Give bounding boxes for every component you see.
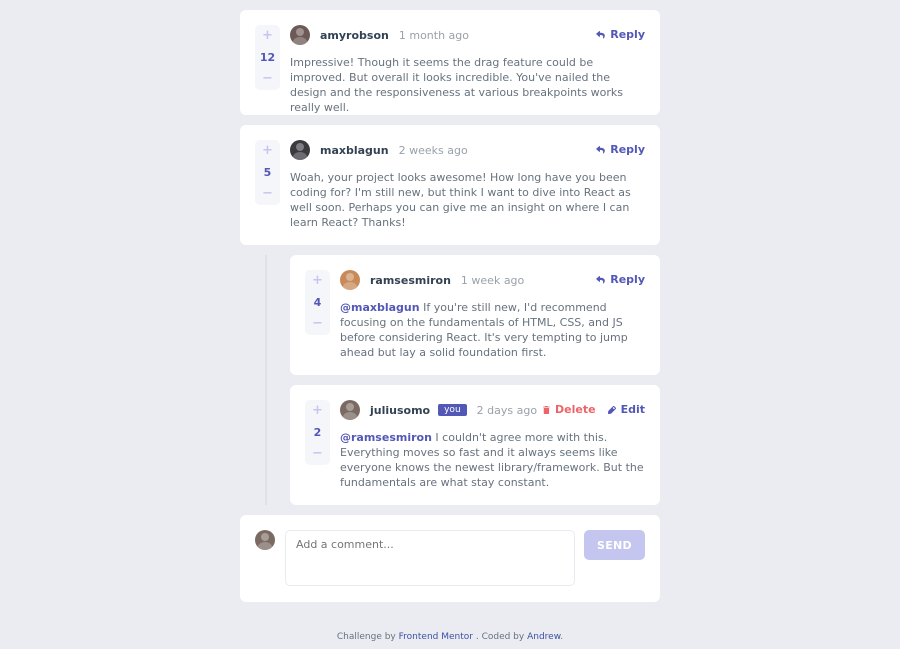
avatar	[340, 400, 360, 420]
comment-header: ramsesmiron 1 week ago	[340, 270, 524, 290]
vote-control: + 5 −	[255, 140, 280, 205]
score-value: 12	[259, 51, 276, 64]
reply-button[interactable]: Reply	[596, 28, 645, 41]
mention-link[interactable]: @maxblagun	[340, 301, 420, 314]
attribution-suffix: .	[560, 632, 564, 642]
delete-label: Delete	[555, 403, 596, 416]
score-value: 4	[313, 296, 322, 309]
reply-card: + 4 − ramsesmiron 1 week ago Reply @maxb…	[290, 255, 660, 375]
edit-label: Edit	[620, 403, 645, 416]
comment-header: juliusomo you 2 days ago	[340, 400, 537, 420]
timestamp: 1 week ago	[460, 273, 525, 287]
comment-text: @maxblagun If you're still new, I'd reco…	[340, 300, 645, 360]
reply-button[interactable]: Reply	[596, 143, 645, 156]
comment-actions: Reply	[596, 273, 645, 286]
vote-control: + 2 −	[305, 400, 330, 465]
reply-icon	[596, 145, 606, 154]
plus-icon[interactable]: +	[312, 274, 323, 288]
you-badge: you	[438, 404, 467, 416]
trash-icon	[543, 405, 550, 414]
frontend-mentor-link[interactable]: Frontend Mentor	[399, 632, 473, 642]
reply-button[interactable]: Reply	[596, 273, 645, 286]
minus-icon[interactable]: −	[262, 72, 273, 86]
timestamp: 1 month ago	[398, 28, 470, 42]
send-button[interactable]: SEND	[584, 530, 645, 560]
vote-control: + 4 −	[305, 270, 330, 335]
comment-header: maxblagun 2 weeks ago	[290, 140, 468, 160]
score-value: 2	[313, 426, 322, 439]
reply-icon	[596, 275, 606, 284]
comment-text: Woah, your project looks awesome! How lo…	[290, 171, 631, 229]
comment-card: + 12 − amyrobson 1 month ago Reply Impre…	[240, 10, 660, 115]
comment-card: + 5 − maxblagun 2 weeks ago Reply Woah, …	[240, 125, 660, 245]
vote-control: + 12 −	[255, 25, 280, 90]
plus-icon[interactable]: +	[262, 144, 273, 158]
current-user-avatar	[255, 530, 275, 550]
delete-button[interactable]: Delete	[543, 403, 596, 416]
minus-icon[interactable]: −	[312, 447, 323, 461]
username[interactable]: amyrobson	[320, 29, 389, 42]
comment-actions: Reply	[596, 143, 645, 156]
attribution-middle: . Coded by	[475, 632, 525, 642]
reply-icon	[596, 30, 606, 39]
attribution-prefix: Challenge by	[336, 632, 396, 642]
comment-text: Impressive! Though it seems the drag fea…	[290, 56, 624, 114]
username[interactable]: ramsesmiron	[370, 274, 451, 287]
author-link[interactable]: Andrew	[527, 632, 560, 642]
avatar	[290, 140, 310, 160]
reply-card: + 2 − juliusomo you 2 days ago Delete Ed…	[290, 385, 660, 505]
avatar	[290, 25, 310, 45]
username[interactable]: juliusomo	[370, 404, 430, 417]
comment-header: amyrobson 1 month ago	[290, 25, 469, 45]
minus-icon[interactable]: −	[312, 317, 323, 331]
comment-actions: Delete Edit	[543, 403, 645, 416]
reply-thread-line	[265, 255, 267, 505]
plus-icon[interactable]: +	[312, 404, 323, 418]
score-value: 5	[263, 166, 272, 179]
reply-label: Reply	[610, 273, 645, 286]
username[interactable]: maxblagun	[320, 144, 389, 157]
avatar	[340, 270, 360, 290]
plus-icon[interactable]: +	[262, 29, 273, 43]
reply-label: Reply	[610, 143, 645, 156]
comment-composer: SEND	[240, 515, 660, 602]
edit-button[interactable]: Edit	[607, 403, 645, 416]
minus-icon[interactable]: −	[262, 187, 273, 201]
reply-label: Reply	[610, 28, 645, 41]
comment-text: @ramsesmiron I couldn't agree more with …	[340, 430, 645, 490]
comment-input[interactable]	[285, 530, 575, 586]
comment-actions: Reply	[596, 28, 645, 41]
timestamp: 2 weeks ago	[398, 143, 468, 157]
mention-link[interactable]: @ramsesmiron	[340, 431, 432, 444]
timestamp: 2 days ago	[476, 403, 538, 417]
pencil-icon	[607, 405, 616, 414]
attribution: Challenge by Frontend Mentor . Coded by …	[0, 632, 900, 642]
